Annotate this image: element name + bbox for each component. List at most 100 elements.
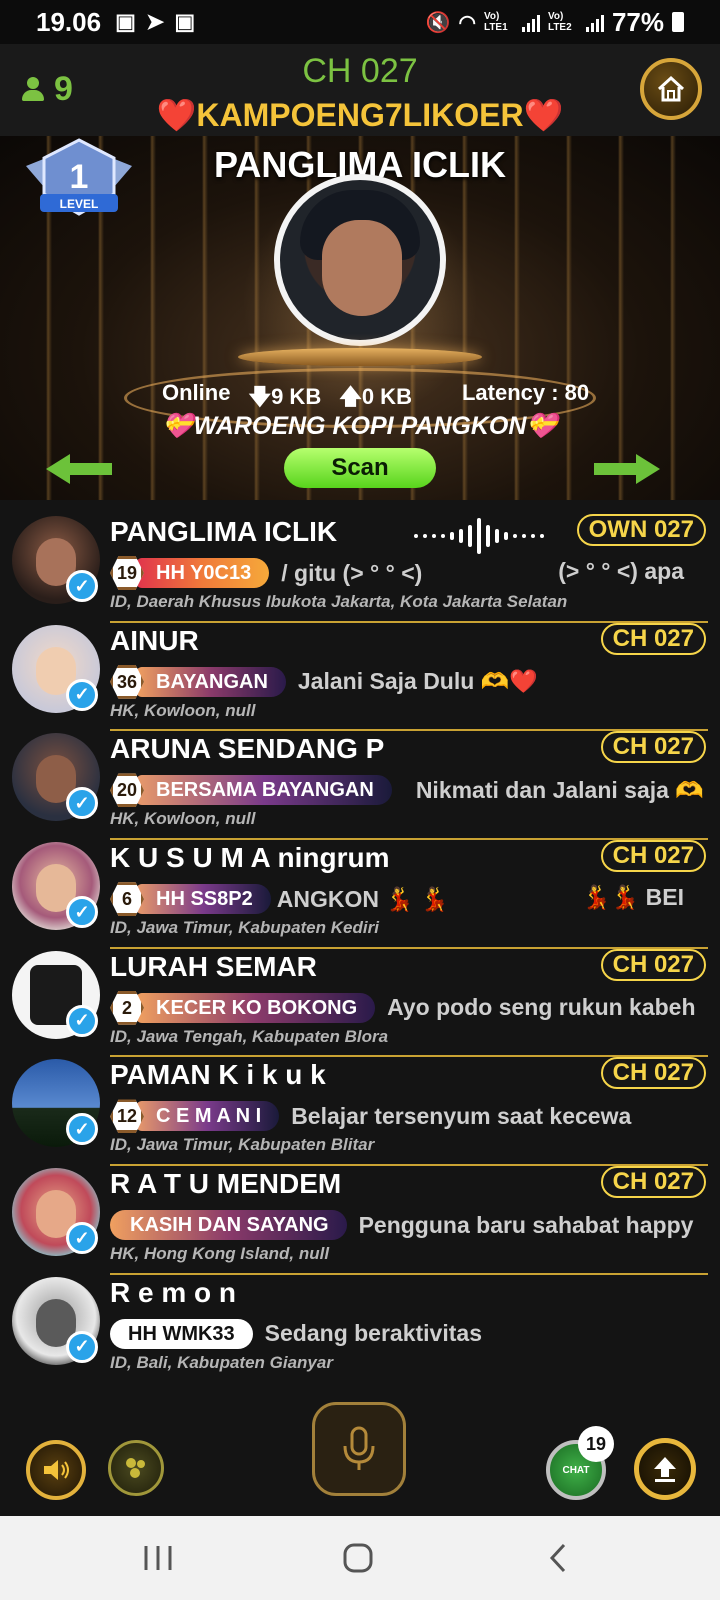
room-name: ❤️KAMPOENG7LIKOER❤️ [156,97,564,133]
member-tag: HH SS8P2 [136,884,271,915]
system-icons: 🔇 ◠ Vo) LTE1 Vo) LTE2 77% [426,7,684,38]
list-item[interactable]: ✓ R e m o n HH WMK33 Sedang beraktivitas… [0,1275,720,1384]
home-button[interactable] [640,58,702,120]
room-header: 9 CH 027 ❤️KAMPOENG7LIKOER❤️ [0,44,720,136]
channel-badge: CH 027 [600,948,706,981]
member-location: HK, Hong Kong Island, null [110,1244,330,1264]
verified-icon: ✓ [66,1113,98,1146]
member-name: PAMAN K i k u k [110,1059,326,1091]
member-status: Belajar tersenyum saat kecewa [291,1102,632,1129]
upload-icon [654,1457,676,1482]
member-status-scroll: 💃💃 BEI [581,884,684,911]
sim1-label: Vo) LTE1 [483,11,508,33]
microphone-button[interactable] [312,1402,406,1496]
member-name: R e m o n [110,1276,237,1308]
speaker-button[interactable] [26,1440,86,1500]
verified-icon: ✓ [66,1330,98,1363]
facebook-icon: ▣ [174,9,196,34]
member-tag: C E M A N I [136,1101,280,1132]
member-status: Pengguna baru sahabat happy [358,1211,694,1238]
back-icon[interactable] [540,1542,580,1574]
sim2-label: Vo) LTE2 [547,11,572,33]
status-bar: 19.06 ▣ ➤ ▣ 🔇 ◠ Vo) LTE1 Vo) LTE2 77% [0,0,720,44]
list-item[interactable]: ✓ PAMAN K i k u k CH 027 12 C E M A N I … [0,1057,720,1167]
channel-badge: CH 027 [600,840,706,873]
member-tagline: KASIH DAN SAYANG Pengguna baru sahabat h… [110,1208,693,1242]
channel-badge: CH 027 [600,731,706,764]
host-avatar[interactable] [274,174,446,346]
stage-pedestal [238,348,482,366]
member-tagline: 36 BAYANGAN Jalani Saja Dulu 🫶❤️ [110,664,538,699]
notification-icons: ▣ ➤ ▣ [115,9,195,35]
recent-apps-icon[interactable] [138,1542,178,1574]
member-name: PANGLIMA ICLIK [110,516,338,547]
channel-badge: CH 027 [600,1166,706,1199]
chat-icon: CHAT [562,1464,590,1476]
scan-button[interactable]: Scan [284,448,436,488]
signal-icon [585,12,604,32]
list-item[interactable]: ✓ ARUNA SENDANG P CH 027 20 BERSAMA BAYA… [0,731,720,841]
channel-badge: CH 027 [600,1057,706,1090]
telegram-icon: ➤ [145,9,165,34]
channel-label: CH 027 [302,52,418,90]
status-time: 19.06 [36,6,102,37]
chat-unread-badge: 19 [578,1426,614,1462]
list-item[interactable]: ✓ PANGLIMA ICLIK OWN 027 19 HH Y0C13 / g… [0,514,720,623]
member-tagline: 19 HH Y0C13 / gitu (> ° ° <) [110,556,422,590]
member-location: ID, Jawa Timur, Kabupaten Blitar [110,1135,375,1155]
member-name: AINUR [110,624,199,656]
member-tag: BAYANGAN [136,666,286,697]
member-status: Sedang beraktivitas [264,1320,482,1347]
member-status: / gitu (> ° ° <) [281,559,423,586]
member-tag: KECER KO BOKONG [136,992,376,1023]
bottom-controls: CHAT 19 [0,1400,720,1516]
verified-icon: ✓ [66,1222,98,1255]
member-name: R A T U MENDEM [110,1168,342,1200]
owner-badge: OWN 027 [576,514,706,546]
wifi-icon: ◠ [458,11,476,34]
member-location: ID, Daerah Khusus Ibukota Jakarta, Kota … [110,592,568,611]
member-status: Ayo podo seng rukun kabeh [387,994,696,1021]
home-icon [657,75,685,102]
member-tagline: 2 KECER KO BOKONG Ayo podo seng rukun ka… [110,990,696,1025]
member-location: HK, Kowloon, null [110,809,256,829]
member-location: ID, Jawa Timur, Kabupaten Kediri [110,918,379,938]
upload-icon: 🡅 [339,384,362,409]
arrow-left-icon[interactable] [46,454,112,484]
effects-icon [126,1458,145,1478]
member-tagline: 12 C E M A N I Belajar tersenyum saat ke… [110,1099,632,1134]
download-icon: 🡇 [248,384,272,409]
battery-icon [672,12,684,32]
member-tagline: 6 HH SS8P2 ANGKON 💃 💃 [110,882,449,917]
list-item[interactable]: ✓ K U S U M A ningrum CH 027 6 HH SS8P2 … [0,840,720,949]
verified-icon: ✓ [66,787,98,820]
mute-icon: 🔇 [425,11,451,34]
home-nav-icon[interactable] [338,1542,378,1574]
verified-icon: ✓ [66,1004,98,1037]
member-location: ID, Jawa Tengah, Kabupaten Blora [110,1026,389,1046]
system-navigation-bar [0,1516,720,1600]
member-status-scroll: (> ° ° <) apa [558,558,684,584]
member-name: K U S U M A ningrum [110,842,390,874]
speaker-icon [44,1460,69,1480]
level-label: LEVEL [60,197,99,211]
channel-badge: CH 027 [600,622,706,655]
facebook-icon: ▣ [115,9,136,34]
effects-button[interactable] [108,1440,164,1496]
list-item[interactable]: ✓ AINUR CH 027 36 BAYANGAN Jalani Saja D… [0,622,720,732]
member-name: ARUNA SENDANG P [110,733,385,765]
member-tag: HH WMK33 [110,1318,253,1349]
signal-icon [521,12,540,32]
list-item[interactable]: ✓ LURAH SEMAR CH 027 2 KECER KO BOKONG A… [0,948,720,1058]
host-stage: LEVEL 1 PANGLIMA ICLIK Online 🡇9 KB 🡅0 K… [0,136,720,500]
member-list: ✓ PANGLIMA ICLIK OWN 027 19 HH Y0C13 / g… [0,514,720,1384]
member-tag: BERSAMA BAYANGAN [136,775,392,806]
audio-wave-icon [414,518,544,554]
member-tag: KASIH DAN SAYANG [110,1210,347,1241]
verified-icon: ✓ [66,896,98,929]
member-location: HK, Kowloon, null [110,700,256,720]
upload-button[interactable] [634,1438,696,1500]
verified-icon: ✓ [66,678,98,711]
list-item[interactable]: ✓ R A T U MENDEM CH 027 KASIH DAN SAYANG… [0,1166,720,1275]
arrow-right-icon[interactable] [594,454,660,484]
